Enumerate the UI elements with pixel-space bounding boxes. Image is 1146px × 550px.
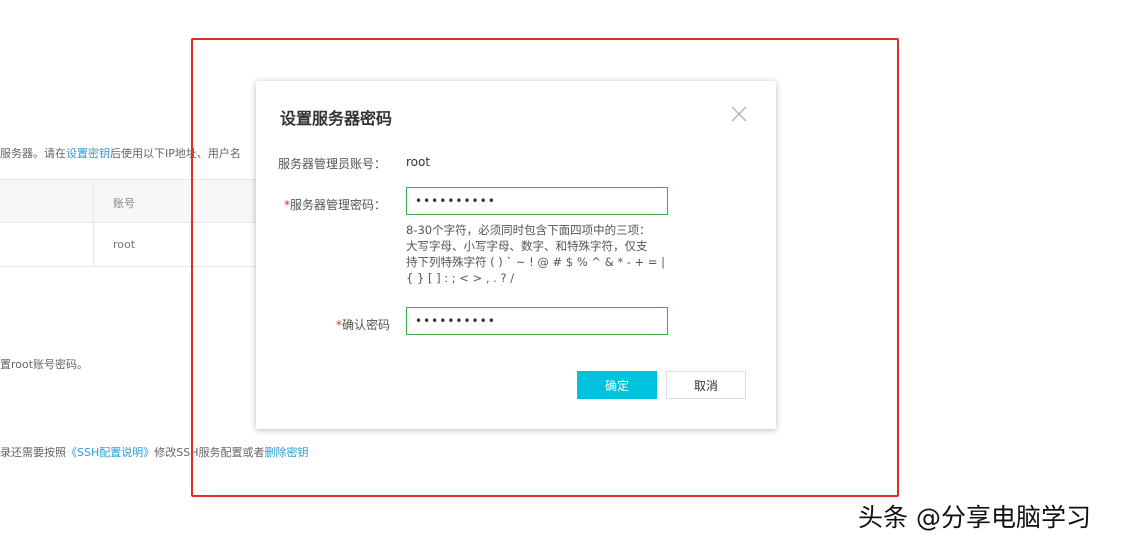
close-icon[interactable] — [726, 101, 752, 127]
column-divider — [93, 223, 94, 267]
confirm-label-text: 确认密码 — [341, 318, 390, 332]
table-header-account: 账号 — [113, 197, 135, 210]
hint-line: 大写字母、小写字母、数字、和特殊字符，仅支 — [406, 239, 648, 253]
ssh-config-link[interactable]: 《SSH配置说明》 — [66, 446, 154, 459]
confirm-password-label: *确认密码 — [260, 316, 390, 333]
ssh-note-middle: 修改SSH服务配置或者 — [154, 446, 265, 459]
account-label: 服务器管理员账号： — [277, 157, 386, 171]
dialog-title: 设置服务器密码 — [280, 109, 393, 128]
password-label: *服务器管理密码： — [256, 196, 386, 213]
confirm-password-input[interactable] — [406, 307, 668, 335]
hint-line: 持下列特殊字符 ( ) ` ~ ! @ # $ % ^ & * - + = | — [406, 255, 665, 269]
cancel-button[interactable]: 取消 — [666, 371, 746, 399]
intro-text: 服务器。请在设置密钥后使用以下IP地址、用户名 — [0, 145, 241, 161]
ssh-note-before: 录还需要按照 — [0, 446, 66, 459]
confirm-button[interactable]: 确定 — [577, 371, 657, 399]
root-password-note: 置root账号密码。 — [0, 358, 89, 371]
intro-text-after: 后使用以下IP地址、用户名 — [110, 147, 241, 160]
password-label-text: 服务器管理密码： — [289, 198, 386, 212]
close-button[interactable] — [726, 101, 752, 127]
intro-text-before: 服务器。请在 — [0, 147, 66, 160]
hint-line: 8-30个字符，必须同时包含下面四项中的三项： — [406, 223, 651, 237]
set-key-link[interactable]: 设置密钥 — [66, 147, 110, 160]
password-input[interactable] — [406, 187, 668, 215]
table-cell-account: root — [113, 238, 136, 251]
password-hint: 8-30个字符，必须同时包含下面四项中的三项： 大写字母、小写字母、数字、和特殊… — [406, 222, 676, 286]
column-divider — [93, 180, 94, 224]
account-value: root — [406, 155, 431, 169]
delete-key-link[interactable]: 删除密钥 — [265, 446, 309, 459]
ssh-note: 录还需要按照《SSH配置说明》修改SSH服务配置或者删除密钥 — [0, 444, 309, 460]
hint-line: { } [ ] : ; < > , . ? / — [406, 271, 515, 285]
watermark-text: 头条 @分享电脑学习 — [858, 503, 1091, 532]
set-password-dialog: 设置服务器密码 服务器管理员账号： root *服务器管理密码： 8-30个字符… — [256, 81, 776, 429]
